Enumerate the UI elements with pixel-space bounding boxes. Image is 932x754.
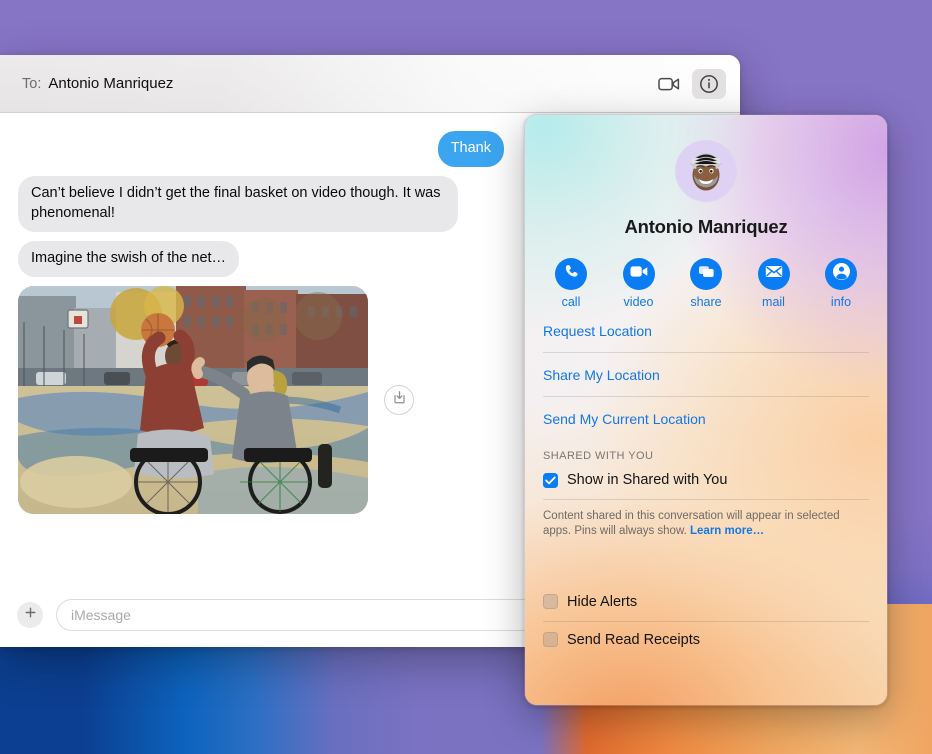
add-attachment-button[interactable] [17, 602, 43, 628]
shared-with-you-footnote: Content shared in this conversation will… [541, 500, 871, 540]
action-share-label: share [690, 295, 722, 309]
facetime-video-button[interactable] [652, 69, 686, 99]
plus-icon [24, 606, 37, 624]
show-in-shared-label: Show in Shared with You [567, 472, 728, 488]
action-call-label: call [561, 295, 581, 309]
screen-share-icon [698, 264, 715, 284]
popover-contact-name: Antonio Manriquez [624, 216, 788, 237]
download-tray-icon [392, 390, 407, 410]
show-in-shared-with-you-row[interactable]: Show in Shared with You [541, 462, 871, 499]
video-camera-icon [658, 76, 680, 92]
person-circle-icon [832, 263, 850, 285]
request-location-link[interactable]: Request Location [541, 309, 871, 352]
hide-alerts-checkbox[interactable] [543, 594, 558, 610]
photo-attachment[interactable] [18, 286, 368, 515]
quick-action-row: call video share mail info [549, 258, 863, 309]
info-circle-icon [699, 74, 719, 94]
video-button-circle [622, 258, 655, 290]
avatar[interactable] [675, 140, 737, 202]
action-video-label: video [623, 295, 654, 309]
recipient-row[interactable]: To: Antonio Manriquez [0, 75, 173, 92]
learn-more-link[interactable]: Learn more… [690, 525, 764, 537]
send-my-current-location-link[interactable]: Send My Current Location [541, 397, 871, 440]
send-read-receipts-row[interactable]: Send Read Receipts [541, 622, 871, 659]
save-attachment-button[interactable] [384, 385, 414, 416]
share-button-circle [690, 258, 722, 290]
phone-icon [563, 263, 580, 285]
checkmark-icon [545, 475, 556, 484]
action-video[interactable]: video [617, 258, 661, 309]
show-in-shared-checkbox[interactable] [543, 472, 558, 488]
memoji-avatar [677, 142, 735, 200]
recipient-name: Antonio Manriquez [48, 75, 174, 92]
video-camera-icon [630, 265, 648, 283]
action-call[interactable]: call [549, 258, 593, 309]
share-my-location-link[interactable]: Share My Location [541, 353, 871, 396]
window-titlebar: To: Antonio Manriquez [0, 55, 740, 113]
conversation-details-popover: Antonio Manriquez call video share mail … [524, 114, 888, 706]
to-label: To: [22, 76, 42, 92]
message-bubble-incoming[interactable]: Imagine the swish of the net… [18, 240, 240, 278]
message-bubble-outgoing[interactable]: Thank [437, 131, 504, 168]
message-bubble-incoming[interactable]: Can’t believe I didn’t get the final bas… [18, 176, 458, 232]
shared-with-you-section-title: SHARED WITH YOU [543, 450, 654, 462]
action-info-label: info [830, 295, 852, 309]
popover-content: Antonio Manriquez call video share mail … [525, 115, 887, 705]
info-button-circle [825, 258, 857, 290]
basketball-court-photo [18, 286, 368, 515]
send-read-receipts-label: Send Read Receipts [567, 631, 700, 648]
action-share[interactable]: share [684, 258, 728, 309]
titlebar-actions [652, 68, 740, 99]
action-mail[interactable]: mail [752, 258, 796, 309]
action-mail-label: mail [762, 295, 785, 309]
envelope-icon [765, 265, 783, 283]
action-info[interactable]: info [819, 258, 863, 309]
send-read-receipts-checkbox[interactable] [543, 632, 558, 648]
mail-button-circle [757, 258, 790, 290]
call-button-circle [555, 258, 587, 290]
conversation-info-button[interactable] [692, 68, 726, 99]
hide-alerts-row[interactable]: Hide Alerts [541, 584, 871, 621]
hide-alerts-label: Hide Alerts [567, 593, 638, 610]
imessage-input-placeholder: iMessage [71, 607, 131, 623]
